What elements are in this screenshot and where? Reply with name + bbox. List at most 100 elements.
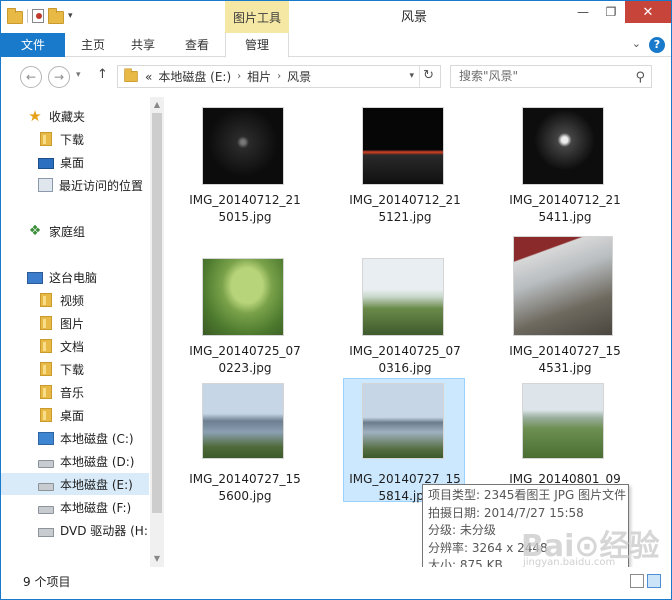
item-count: 9 个项目 bbox=[23, 575, 71, 589]
details-view-icon[interactable] bbox=[630, 574, 644, 588]
sidebar-item-this-pc[interactable]: 这台电脑 bbox=[1, 266, 149, 288]
sidebar-item-label: 下载 bbox=[60, 362, 85, 377]
file-tile[interactable]: IMG_20140727_154531.jpg bbox=[503, 237, 625, 375]
sidebar-item-label: 图片 bbox=[60, 316, 85, 331]
file-list-scrollbar[interactable] bbox=[646, 97, 660, 567]
customize-toolbar-chevron-icon[interactable]: ▾ bbox=[68, 11, 73, 21]
up-button[interactable]: ↑ bbox=[97, 67, 108, 82]
search-input[interactable]: 搜索"风景" ⚲ bbox=[450, 65, 652, 88]
breadcrumb-chevron-icon[interactable]: › bbox=[277, 71, 281, 82]
maximize-button[interactable]: ❐ bbox=[597, 1, 625, 23]
sidebar-item-label: 家庭组 bbox=[49, 224, 86, 239]
breadcrumb-overflow[interactable]: « bbox=[145, 70, 152, 84]
address-bar[interactable]: « 本地磁盘 (E:) › 相片 › 风景 ▾ ↻ bbox=[117, 65, 441, 88]
scroll-down-arrow-icon[interactable]: ▼ bbox=[150, 551, 164, 567]
file-tile[interactable]: IMG_20140712_215121.jpg bbox=[343, 99, 465, 224]
status-bar: 9 个项目 bbox=[1, 567, 671, 599]
breadcrumb-photos[interactable]: 相片 bbox=[247, 68, 271, 85]
sidebar-item-videos[interactable]: 视频 bbox=[1, 289, 149, 311]
sidebar-item-pictures[interactable]: 图片 bbox=[1, 312, 149, 334]
scroll-up-arrow-icon[interactable]: ▲ bbox=[150, 97, 164, 113]
sidebar-item-label: 最近访问的位置 bbox=[59, 178, 144, 193]
help-icon[interactable]: ? bbox=[649, 37, 665, 53]
explorer-window: ▾ 图片工具 风景 — ❐ ✕ 文件 主页 共享 查看 管理 ⌄ ? ← → ▾… bbox=[0, 0, 672, 600]
address-divider bbox=[419, 66, 420, 87]
sidebar-item-recent-places[interactable]: 最近访问的位置 bbox=[1, 174, 149, 196]
tab-share[interactable]: 共享 bbox=[121, 33, 165, 57]
window-controls: — ❐ ✕ bbox=[569, 1, 671, 23]
videos-folder-icon bbox=[40, 293, 52, 307]
folder-icon bbox=[124, 68, 138, 83]
file-tile[interactable]: IMG_20140712_215411.jpg bbox=[503, 99, 625, 224]
homegroup-icon: ❖ bbox=[28, 223, 42, 239]
file-tile[interactable]: IMG_20140725_070223.jpg bbox=[183, 250, 305, 375]
sidebar-item-label: 本地磁盘 (E:) bbox=[60, 477, 133, 492]
large-icons-view-icon[interactable] bbox=[647, 574, 661, 588]
tab-view[interactable]: 查看 bbox=[175, 33, 219, 57]
thumbnail-image bbox=[203, 384, 283, 458]
breadcrumb-drive[interactable]: 本地磁盘 (E:) bbox=[158, 68, 231, 85]
address-history-chevron-icon[interactable]: ▾ bbox=[409, 71, 414, 81]
expand-ribbon-chevron-icon[interactable]: ⌄ bbox=[632, 37, 641, 53]
sidebar-item-dvd-h[interactable]: DVD 驱动器 (H:) bbox=[1, 519, 149, 541]
file-name: IMG_20140712_215015.jpg bbox=[189, 193, 301, 224]
sidebar-item-label: 本地磁盘 (D:) bbox=[60, 454, 135, 469]
sidebar-item-drive-e[interactable]: 本地磁盘 (E:) bbox=[1, 473, 149, 495]
thumbnail-image bbox=[363, 108, 443, 184]
navigation-scrollbar[interactable]: ▲ ▼ bbox=[150, 97, 164, 567]
sidebar-item-label: 音乐 bbox=[60, 385, 85, 400]
sidebar-item-music[interactable]: 音乐 bbox=[1, 381, 149, 403]
navigation-scrollbar-thumb[interactable] bbox=[152, 113, 162, 513]
drive-icon bbox=[38, 459, 54, 468]
recent-locations-chevron-icon[interactable]: ▾ bbox=[76, 70, 81, 80]
minimize-icon: — bbox=[577, 5, 589, 19]
breadcrumb-chevron-icon[interactable]: › bbox=[237, 71, 241, 82]
sidebar-item-documents[interactable]: 文档 bbox=[1, 335, 149, 357]
refresh-icon[interactable]: ↻ bbox=[423, 68, 434, 83]
properties-icon[interactable] bbox=[32, 9, 44, 23]
forward-button[interactable]: → bbox=[48, 66, 70, 88]
title-bar: ▾ 图片工具 风景 — ❐ ✕ bbox=[1, 1, 671, 33]
desktop-folder-icon bbox=[40, 408, 52, 422]
new-folder-icon[interactable] bbox=[48, 8, 64, 24]
file-name: IMG_20140727_155600.jpg bbox=[189, 472, 301, 503]
sidebar-item-drive-c[interactable]: 本地磁盘 (C:) bbox=[1, 427, 149, 449]
star-icon: ★ bbox=[28, 107, 42, 125]
back-arrow-icon: ← bbox=[25, 70, 37, 84]
file-tile[interactable]: IMG_20140725_070316.jpg bbox=[343, 250, 465, 375]
sidebar-item-label: 下载 bbox=[60, 132, 85, 147]
view-switcher bbox=[630, 574, 661, 588]
sidebar-item-favorites[interactable]: ★ 收藏夹 bbox=[1, 105, 149, 127]
ribbon-options: ⌄ ? bbox=[632, 37, 665, 53]
sidebar-item-label: 文档 bbox=[60, 339, 85, 354]
sidebar-item-label: 本地磁盘 (C:) bbox=[60, 431, 134, 446]
tab-home[interactable]: 主页 bbox=[71, 33, 115, 57]
sidebar-item-downloads-pc[interactable]: 下载 bbox=[1, 358, 149, 380]
file-name: IMG_20140725_070223.jpg bbox=[189, 344, 301, 375]
desktop-icon bbox=[38, 157, 54, 169]
search-icon[interactable]: ⚲ bbox=[635, 67, 645, 88]
up-arrow-icon: ↑ bbox=[97, 67, 108, 82]
sidebar-item-desktop[interactable]: 桌面 bbox=[1, 151, 149, 173]
minimize-button[interactable]: — bbox=[569, 1, 597, 23]
thumbnail-image bbox=[363, 384, 443, 458]
thumbnail-image bbox=[523, 108, 603, 184]
thumbnail-image bbox=[203, 108, 283, 184]
back-button[interactable]: ← bbox=[20, 66, 42, 88]
navigation-pane: ★ 收藏夹 下载 桌面 最近访问的位置 ❖ 家庭组 这台电脑 视频 图片 文档 … bbox=[1, 97, 149, 567]
close-button[interactable]: ✕ bbox=[625, 1, 671, 23]
tab-file[interactable]: 文件 bbox=[1, 33, 65, 57]
file-tile[interactable]: IMG_20140727_155600.jpg bbox=[183, 378, 305, 503]
breadcrumb-scenery[interactable]: 风景 bbox=[287, 68, 311, 85]
file-tile[interactable]: IMG_20140712_215015.jpg bbox=[183, 99, 305, 224]
sidebar-item-downloads[interactable]: 下载 bbox=[1, 128, 149, 150]
tab-manage[interactable]: 管理 bbox=[225, 33, 289, 58]
music-folder-icon bbox=[40, 385, 52, 399]
sidebar-item-desktop-pc[interactable]: 桌面 bbox=[1, 404, 149, 426]
sidebar-item-label: DVD 驱动器 (H:) bbox=[60, 523, 149, 538]
sidebar-item-drive-f[interactable]: 本地磁盘 (F:) bbox=[1, 496, 149, 518]
sidebar-item-drive-d[interactable]: 本地磁盘 (D:) bbox=[1, 450, 149, 472]
downloads-folder-icon bbox=[40, 132, 52, 146]
sidebar-item-homegroup[interactable]: ❖ 家庭组 bbox=[1, 220, 149, 242]
dvd-drive-icon bbox=[38, 527, 54, 537]
